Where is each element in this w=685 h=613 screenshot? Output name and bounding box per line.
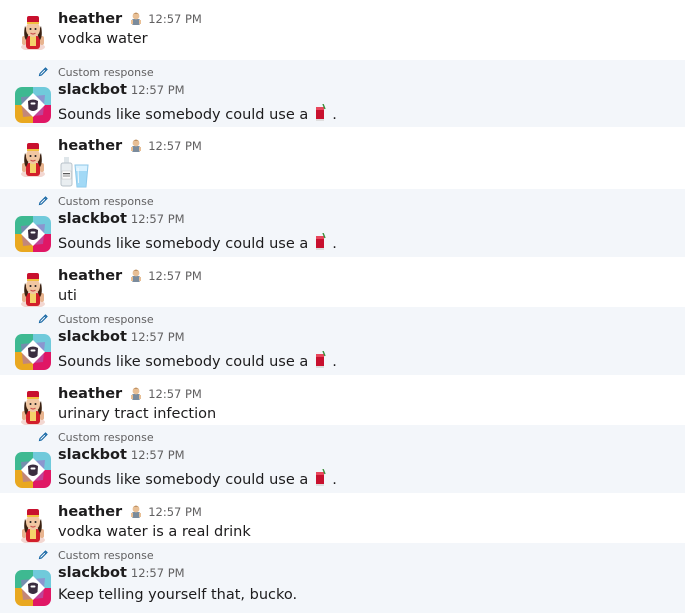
- person-badge-icon: [128, 266, 144, 282]
- person-badge-icon: [128, 136, 144, 152]
- message-header: slackbot 12:57 PM: [58, 82, 185, 98]
- timestamp[interactable]: 12:57 PM: [148, 387, 202, 401]
- message-suffix: .: [332, 107, 337, 123]
- heather-avatar[interactable]: [15, 389, 51, 426]
- author-name[interactable]: heather: [58, 386, 122, 402]
- person-badge-icon: [128, 384, 144, 400]
- timestamp[interactable]: 12:57 PM: [148, 12, 202, 26]
- pencil-icon: [38, 432, 48, 442]
- message-slackbot[interactable]: Custom response slackbot 12:57 PM Keep tell…: [0, 543, 685, 613]
- vodka-water-emoji-icon: [58, 156, 90, 188]
- timestamp[interactable]: 12:57 PM: [131, 566, 185, 580]
- message-text: vodka water: [58, 31, 148, 47]
- message-body: vodka water is a real drink: [58, 524, 251, 540]
- custom-response-label: Custom response: [38, 312, 154, 326]
- author-name[interactable]: heather: [58, 138, 122, 154]
- message-heather[interactable]: heather 12:57 PM vodka water: [0, 0, 685, 60]
- custom-response-label: Custom response: [38, 194, 154, 208]
- message-header: slackbot 12:57 PM: [58, 565, 185, 581]
- cocktail-emoji-icon: [314, 103, 326, 122]
- message-suffix: .: [332, 354, 337, 370]
- author-name[interactable]: heather: [58, 504, 122, 520]
- heather-avatar[interactable]: [15, 507, 51, 544]
- message-body: vodka water: [58, 31, 148, 47]
- message-text: Sounds like somebody could use a.: [58, 350, 337, 370]
- message-slackbot[interactable]: Custom response slackbot 12:57 PM Sounds li…: [0, 307, 685, 375]
- message-header: slackbot 12:57 PM: [58, 211, 185, 227]
- pencil-icon: [38, 314, 48, 324]
- pencil-icon: [38, 196, 48, 206]
- custom-response-label: Custom response: [38, 548, 154, 562]
- message-text: Sounds like somebody could use a.: [58, 103, 337, 123]
- message-text: Keep telling yourself that, bucko.: [58, 587, 297, 603]
- heather-avatar[interactable]: [15, 271, 51, 308]
- message-heather[interactable]: heather 12:57 PM: [0, 127, 685, 189]
- message-header: heather 12:57 PM: [58, 502, 202, 520]
- message-text: uti: [58, 288, 77, 304]
- message-header: heather 12:57 PM: [58, 136, 202, 154]
- message-text: Sounds like somebody could use a.: [58, 468, 337, 488]
- custom-response-text: Custom response: [58, 430, 154, 444]
- message-body: urinary tract infection: [58, 406, 217, 422]
- message-slackbot[interactable]: Custom response slackbot 12:57 PM Sounds li…: [0, 60, 685, 127]
- timestamp[interactable]: 12:57 PM: [131, 448, 185, 462]
- message-header: heather 12:57 PM: [58, 266, 202, 284]
- message-header: heather 12:57 PM: [58, 384, 202, 402]
- custom-response-label: Custom response: [38, 65, 154, 79]
- timestamp[interactable]: 12:57 PM: [148, 139, 202, 153]
- person-badge-icon: [128, 502, 144, 518]
- message-slackbot[interactable]: Custom response slackbot 12:57 PM Sounds li…: [0, 189, 685, 257]
- cocktail-emoji-icon: [314, 350, 326, 369]
- message-header: slackbot 12:57 PM: [58, 447, 185, 463]
- message-body: uti: [58, 288, 77, 304]
- timestamp[interactable]: 12:57 PM: [131, 330, 185, 344]
- person-badge-icon: [128, 9, 144, 25]
- message-body: Sounds like somebody could use a: [58, 472, 309, 488]
- slackbot-avatar[interactable]: [15, 334, 51, 370]
- timestamp[interactable]: 12:57 PM: [148, 505, 202, 519]
- slackbot-avatar[interactable]: [15, 87, 51, 123]
- author-name[interactable]: slackbot: [58, 565, 127, 581]
- message-body: Sounds like somebody could use a: [58, 354, 309, 370]
- pencil-icon: [38, 67, 48, 77]
- timestamp[interactable]: 12:57 PM: [148, 269, 202, 283]
- slackbot-avatar[interactable]: [15, 570, 51, 606]
- custom-response-text: Custom response: [58, 194, 154, 208]
- message-slackbot[interactable]: Custom response slackbot 12:57 PM Sounds li…: [0, 425, 685, 493]
- message-suffix: .: [332, 236, 337, 252]
- custom-response-label: Custom response: [38, 430, 154, 444]
- author-name[interactable]: heather: [58, 268, 122, 284]
- heather-avatar[interactable]: [15, 14, 51, 51]
- message-heather[interactable]: heather 12:57 PM urinary tract infection: [0, 375, 685, 426]
- cocktail-emoji-icon: [314, 232, 326, 251]
- pencil-icon: [38, 550, 48, 560]
- message-header: slackbot 12:57 PM: [58, 329, 185, 345]
- message-text: vodka water is a real drink: [58, 524, 251, 540]
- message-suffix: .: [332, 472, 337, 488]
- message-text: Sounds like somebody could use a.: [58, 232, 337, 252]
- custom-response-text: Custom response: [58, 65, 154, 79]
- custom-response-text: Custom response: [58, 548, 154, 562]
- cocktail-emoji-icon: [314, 468, 326, 487]
- timestamp[interactable]: 12:57 PM: [131, 212, 185, 226]
- message-heather[interactable]: heather 12:57 PM vodka water is a real dri…: [0, 493, 685, 544]
- author-name[interactable]: slackbot: [58, 329, 127, 345]
- message-body: Keep telling yourself that, bucko.: [58, 587, 298, 603]
- message-heather[interactable]: heather 12:57 PM uti: [0, 257, 685, 308]
- slackbot-avatar[interactable]: [15, 216, 51, 252]
- author-name[interactable]: slackbot: [58, 82, 127, 98]
- message-text: urinary tract infection: [58, 406, 216, 422]
- heather-avatar[interactable]: [15, 141, 51, 178]
- message-body: Sounds like somebody could use a: [58, 236, 309, 252]
- timestamp[interactable]: 12:57 PM: [131, 83, 185, 97]
- message-feed: heather 12:57 PM vodka water Custom respons…: [0, 0, 685, 613]
- slackbot-avatar[interactable]: [15, 452, 51, 488]
- message-body: Sounds like somebody could use a: [58, 107, 309, 123]
- author-name[interactable]: heather: [58, 11, 122, 27]
- author-name[interactable]: slackbot: [58, 447, 127, 463]
- custom-response-text: Custom response: [58, 312, 154, 326]
- author-name[interactable]: slackbot: [58, 211, 127, 227]
- message-header: heather 12:57 PM: [58, 9, 202, 27]
